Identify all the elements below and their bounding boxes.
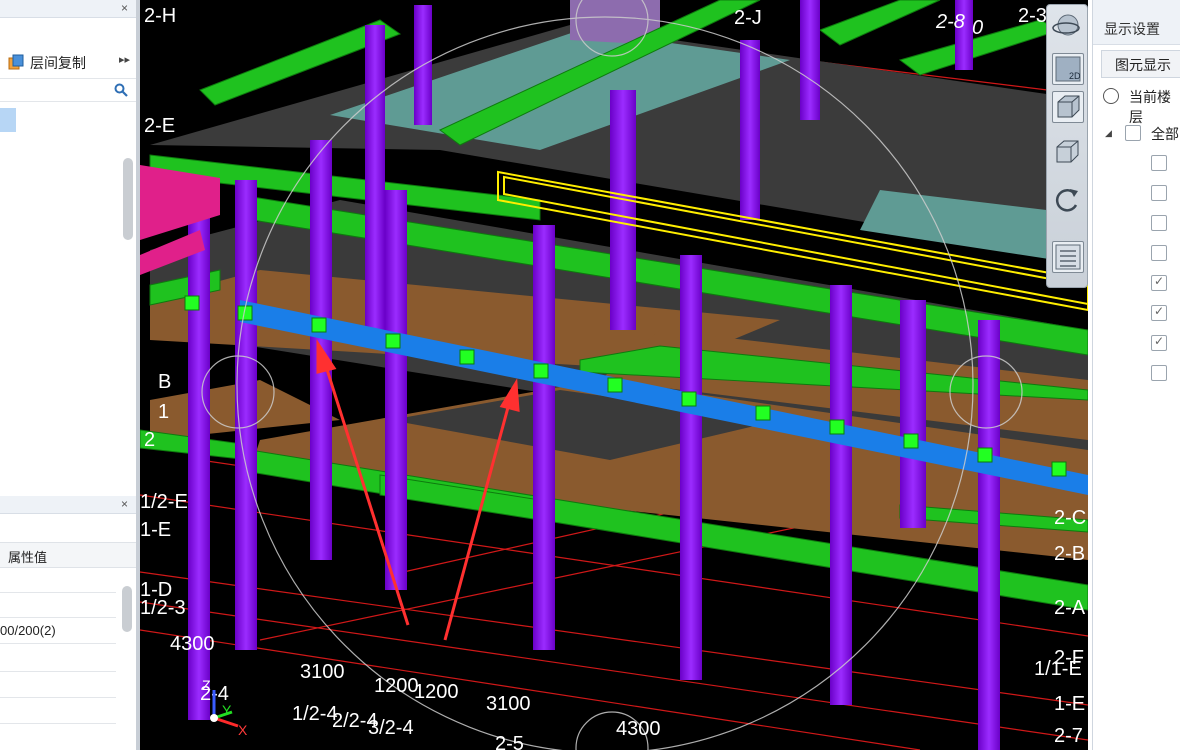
tab-element-display[interactable]: 图元显示 bbox=[1101, 50, 1180, 78]
search-input[interactable] bbox=[0, 79, 136, 102]
layer-panel-close-button[interactable]: × bbox=[121, 0, 128, 17]
floor-copy-button[interactable]: 层间复制 bbox=[30, 53, 86, 73]
layer-panel: × 层间复制 ▸▸ bbox=[0, 0, 137, 492]
element-type-checkbox[interactable] bbox=[1151, 304, 1167, 321]
grid-label: 1/2-3 bbox=[140, 597, 186, 619]
grid-label: 1 bbox=[158, 401, 169, 423]
grid-label: 2-E bbox=[144, 115, 175, 137]
view-navigation-toolbar: 2D bbox=[1046, 4, 1088, 288]
property-value-column-header: 属性值 bbox=[8, 550, 48, 565]
axis-label-x: X bbox=[238, 722, 248, 738]
tab-element-display-label: 图元显示 bbox=[1115, 57, 1171, 73]
orbit-icon bbox=[1052, 14, 1080, 36]
grid-label: B bbox=[158, 371, 171, 393]
property-row-divider bbox=[0, 723, 116, 724]
layer-panel-scrollbar[interactable] bbox=[123, 158, 133, 240]
dimension-label: 4300 bbox=[616, 718, 661, 740]
properties-panel-close-button[interactable]: × bbox=[121, 496, 128, 513]
dimension-label: 1200 bbox=[414, 681, 459, 703]
property-row-divider bbox=[0, 697, 116, 698]
select-all-checkbox[interactable] bbox=[1125, 125, 1141, 141]
display-settings-title: 显示设置 bbox=[1104, 21, 1160, 37]
grid-label: 2-C bbox=[1054, 507, 1086, 529]
grid-label: 1/2-4 bbox=[292, 703, 338, 725]
property-row-divider bbox=[0, 617, 116, 618]
grid-label: 2-B bbox=[1054, 543, 1085, 565]
grid-label: 2-H bbox=[144, 5, 176, 27]
grid-label: 1-E bbox=[140, 519, 171, 541]
3d-model-canvas: 2-H 2-J 2-3 2-8 0 2-E B 1 2 1/2-E 1-E 1-… bbox=[140, 0, 1088, 750]
property-row-divider bbox=[0, 592, 116, 593]
element-type-checkbox[interactable] bbox=[1151, 215, 1167, 231]
display-settings-icon bbox=[1055, 244, 1081, 270]
dimension-label: 1200 bbox=[374, 675, 419, 697]
grid-label: 1-E bbox=[1054, 693, 1085, 715]
dimension-label: 3100 bbox=[300, 661, 345, 683]
element-type-checkbox[interactable] bbox=[1151, 365, 1167, 381]
property-row-divider bbox=[0, 671, 116, 672]
properties-panel: × 属性值 00/200(2) bbox=[0, 496, 137, 750]
layer-panel-titlebar: × bbox=[0, 0, 136, 18]
grid-label: 1/1-E bbox=[1034, 658, 1082, 680]
orbit-button[interactable] bbox=[1052, 11, 1082, 41]
toolbar-overflow-button[interactable]: ▸▸ bbox=[119, 53, 130, 66]
search-icon[interactable] bbox=[114, 83, 128, 97]
property-row-divider bbox=[0, 643, 116, 644]
tree-expand-icon[interactable]: ◢ bbox=[1105, 128, 1112, 139]
element-type-checkbox[interactable] bbox=[1151, 155, 1167, 171]
view-2d-icon: 2D bbox=[1055, 56, 1081, 82]
display-settings-titlebar: 显示设置 bbox=[1093, 0, 1180, 45]
selected-tree-item[interactable] bbox=[0, 108, 16, 132]
element-type-checkbox[interactable] bbox=[1151, 245, 1167, 261]
grid-label: 3/2-4 bbox=[368, 717, 414, 739]
3d-viewport[interactable]: 2-H 2-J 2-3 2-8 0 2-E B 1 2 1/2-E 1-E 1-… bbox=[140, 0, 1088, 750]
rotate-icon bbox=[1055, 189, 1078, 212]
properties-panel-titlebar: × bbox=[0, 496, 136, 514]
axis-label-y: Y bbox=[222, 702, 232, 718]
select-all-label: 全部 bbox=[1151, 126, 1179, 142]
svg-text:2D: 2D bbox=[1069, 71, 1081, 81]
cube-icon bbox=[1056, 140, 1079, 163]
current-floor-label: 当前楼层 bbox=[1129, 89, 1171, 125]
dimension-label: 3100 bbox=[486, 693, 531, 715]
grid-label: 2 bbox=[144, 429, 155, 451]
floor-copy-icon bbox=[8, 54, 24, 70]
dimension-label: 4300 bbox=[170, 633, 215, 655]
view-2d-button[interactable]: 2D bbox=[1052, 53, 1084, 85]
grid-label: 2-5 bbox=[495, 733, 524, 750]
grid-label: 2-8 bbox=[935, 11, 965, 33]
grid-label: 0 bbox=[972, 17, 983, 39]
element-type-checkbox[interactable] bbox=[1151, 274, 1167, 291]
grid-label: 2-7 bbox=[1054, 725, 1083, 747]
element-type-checkbox[interactable] bbox=[1151, 334, 1167, 351]
view-3d-button[interactable] bbox=[1052, 91, 1084, 123]
display-settings-button[interactable] bbox=[1052, 241, 1084, 273]
rotate-button[interactable] bbox=[1052, 185, 1082, 215]
current-floor-radio[interactable] bbox=[1103, 88, 1119, 104]
box-3d-icon bbox=[1057, 95, 1080, 118]
properties-scrollbar[interactable] bbox=[122, 586, 132, 632]
grid-label: 2-3 bbox=[1018, 5, 1047, 27]
property-value-cell[interactable]: 00/200(2) bbox=[0, 623, 56, 638]
axis-label-z: Z bbox=[202, 677, 211, 693]
grid-label: 1/2-E bbox=[140, 491, 188, 513]
grid-label: 2-A bbox=[1054, 597, 1086, 619]
cube-view-button[interactable] bbox=[1052, 137, 1082, 167]
properties-header-row: 属性值 bbox=[0, 542, 136, 568]
grid-label: 2-J bbox=[734, 7, 762, 29]
display-settings-panel: 显示设置 图元显示 当前楼层 ◢ 全部 bbox=[1092, 0, 1180, 750]
element-type-checkbox[interactable] bbox=[1151, 185, 1167, 201]
layer-panel-toolbar: 层间复制 ▸▸ bbox=[0, 44, 136, 79]
